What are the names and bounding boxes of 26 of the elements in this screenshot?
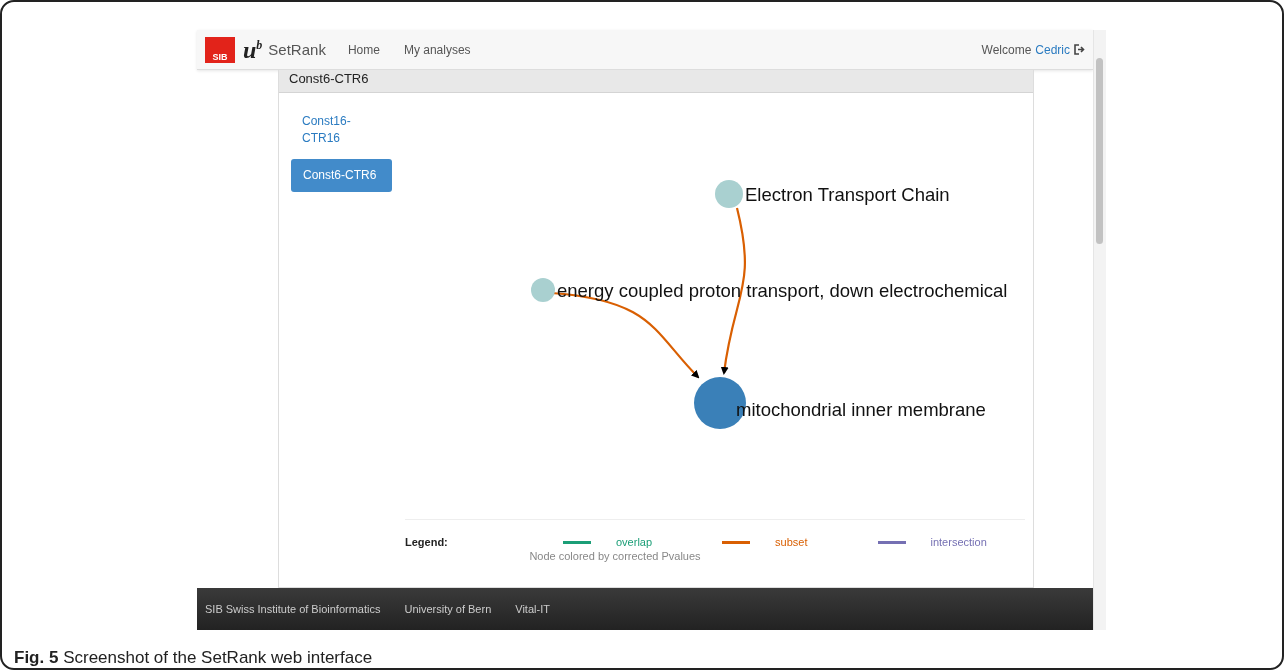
sib-logo: SIB [205,36,235,63]
analysis-tab[interactable]: Const6-CTR6 [291,159,392,192]
nav-link[interactable]: Home [347,42,380,57]
graph-node[interactable] [715,180,743,208]
university-logo: u$^{b}$ [243,37,263,62]
logout-icon[interactable] [1074,44,1085,55]
node-label: energy coupled proton transport, down electrochemical [557,280,1008,301]
user-link[interactable]: Cedric [1035,42,1070,57]
legend-title: Legend: [405,536,449,548]
nav-link[interactable]: My analyses [403,42,471,57]
legend-label: intersection [930,536,987,548]
footer-link[interactable]: SIB Swiss Institute of Bioinformatics [205,603,381,615]
brand-link[interactable]: SetRank [268,41,326,58]
panel-title: Const6-CTR6 [279,70,1033,93]
footer-link[interactable]: Vital-IT [515,603,550,615]
scrollbar[interactable] [1093,30,1106,630]
figure-caption: Fig. 5 Screenshot of the SetRank web interface [14,648,373,668]
legend-label: subset [775,536,808,548]
graph-node[interactable] [531,278,555,302]
footer-link[interactable]: University of Bern [404,603,492,615]
node-label: Electron Transport Chain [745,184,950,205]
scroll-thumb[interactable] [1096,58,1103,244]
welcome-text: Welcome [981,42,1032,57]
legend-note: Node colored by corrected Pvalues [528,550,702,562]
analysis-tab[interactable]: Const16-CTR16 [291,113,362,147]
legend-label: overlap [616,536,653,548]
